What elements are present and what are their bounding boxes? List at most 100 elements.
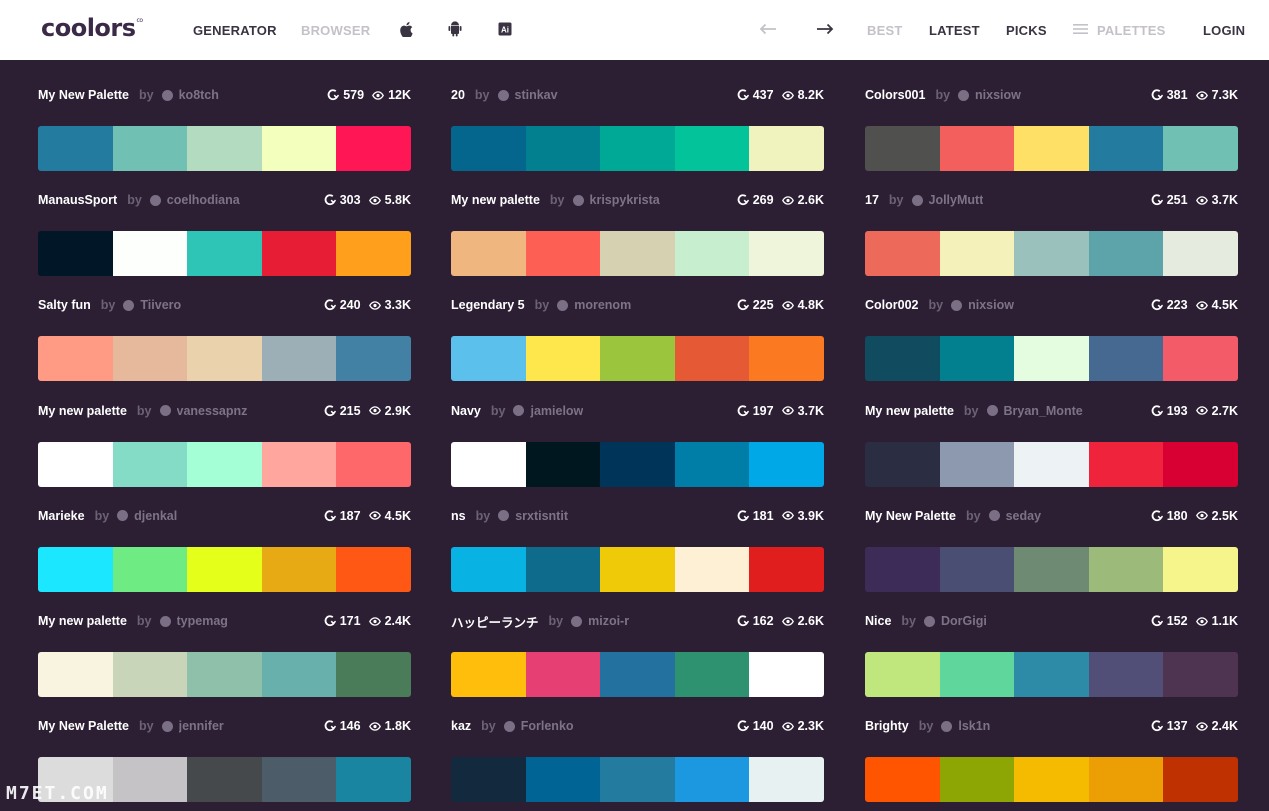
- author-name[interactable]: vanessapnz: [177, 404, 248, 418]
- palette-title[interactable]: Navy: [451, 404, 481, 418]
- palette-card[interactable]: kaz by Forlenko 140 2.3K: [451, 715, 824, 805]
- color-swatch[interactable]: [525, 336, 601, 382]
- author-name[interactable]: Tiivero: [140, 298, 181, 312]
- author-avatar[interactable]: [497, 89, 509, 101]
- palette-card[interactable]: My new palette by krispykrista 269 2.6K: [451, 189, 824, 279]
- color-swatch[interactable]: [749, 441, 824, 487]
- author-avatar[interactable]: [571, 615, 583, 627]
- color-swatch[interactable]: [1088, 231, 1164, 277]
- color-swatch[interactable]: [1163, 757, 1238, 803]
- palette-swatches[interactable]: [865, 652, 1238, 697]
- color-swatch[interactable]: [261, 652, 337, 697]
- color-swatch[interactable]: [1014, 126, 1089, 171]
- color-swatch[interactable]: [451, 441, 526, 487]
- color-swatch[interactable]: [865, 546, 940, 592]
- author-avatar[interactable]: [951, 299, 963, 311]
- color-swatch[interactable]: [451, 126, 526, 171]
- color-swatch[interactable]: [187, 231, 262, 277]
- palette-title[interactable]: My New Palette: [865, 509, 956, 523]
- author-avatar[interactable]: [958, 89, 970, 101]
- color-swatch[interactable]: [1163, 231, 1238, 277]
- author-name[interactable]: jamielow: [530, 404, 583, 418]
- palette-card[interactable]: My new palette by vanessapnz 215 2.9K: [38, 400, 411, 490]
- palette-swatches[interactable]: [38, 652, 411, 697]
- author-avatar[interactable]: [924, 615, 935, 627]
- author-name[interactable]: Forlenko: [521, 719, 574, 733]
- author-avatar[interactable]: [503, 720, 515, 732]
- author-name[interactable]: morenom: [574, 298, 631, 312]
- author-avatar[interactable]: [498, 510, 510, 522]
- color-swatch[interactable]: [749, 757, 824, 803]
- color-swatch[interactable]: [939, 652, 1015, 697]
- color-swatch[interactable]: [187, 336, 262, 382]
- author-avatar[interactable]: [161, 720, 173, 732]
- author-avatar[interactable]: [161, 89, 173, 101]
- author-avatar[interactable]: [572, 194, 584, 206]
- color-swatch[interactable]: [1163, 546, 1238, 592]
- color-swatch[interactable]: [38, 231, 113, 277]
- palette-swatches[interactable]: [451, 126, 824, 171]
- color-swatch[interactable]: [1014, 441, 1089, 487]
- palette-title[interactable]: Color002: [865, 298, 919, 312]
- palette-title[interactable]: kaz: [451, 719, 471, 733]
- color-swatch[interactable]: [865, 757, 940, 803]
- color-swatch[interactable]: [865, 126, 940, 171]
- author-name[interactable]: jennifer: [179, 719, 224, 733]
- author-avatar[interactable]: [988, 510, 1000, 522]
- palette-swatches[interactable]: [38, 126, 411, 171]
- color-swatch[interactable]: [749, 652, 824, 697]
- palette-swatches[interactable]: [865, 441, 1238, 487]
- color-swatch[interactable]: [1088, 126, 1164, 171]
- palette-card[interactable]: ハッピーランチ by mizoi-r 162 2.6K: [451, 610, 824, 700]
- color-swatch[interactable]: [187, 546, 262, 592]
- color-swatch[interactable]: [939, 441, 1015, 487]
- palette-swatches[interactable]: [38, 231, 411, 277]
- color-swatch[interactable]: [674, 757, 750, 803]
- author-avatar[interactable]: [149, 194, 161, 206]
- palette-swatches[interactable]: [451, 757, 824, 803]
- palette-swatches[interactable]: [865, 757, 1238, 803]
- color-swatch[interactable]: [865, 441, 940, 487]
- author-avatar[interactable]: [159, 405, 171, 417]
- color-swatch[interactable]: [600, 126, 675, 171]
- color-swatch[interactable]: [865, 231, 940, 277]
- author-name[interactable]: JollyMutt: [929, 193, 984, 207]
- author-name[interactable]: nixsiow: [975, 88, 1021, 102]
- color-swatch[interactable]: [939, 757, 1015, 803]
- color-swatch[interactable]: [525, 441, 601, 487]
- palette-card[interactable]: Colors001 by nixsiow 381 7.3K: [865, 84, 1238, 174]
- palette-card[interactable]: My new palette by Bryan_Monte 193 2.7K: [865, 400, 1238, 490]
- color-swatch[interactable]: [261, 757, 337, 803]
- color-swatch[interactable]: [336, 652, 411, 697]
- author-avatar[interactable]: [557, 299, 569, 311]
- palette-card[interactable]: Brighty by lsk1n 137 2.4K: [865, 715, 1238, 805]
- color-swatch[interactable]: [451, 231, 526, 277]
- color-swatch[interactable]: [261, 126, 337, 171]
- color-swatch[interactable]: [451, 546, 526, 592]
- color-swatch[interactable]: [1163, 441, 1238, 487]
- color-swatch[interactable]: [187, 652, 262, 697]
- palette-title[interactable]: ManausSport: [38, 193, 117, 207]
- color-swatch[interactable]: [749, 231, 824, 277]
- color-swatch[interactable]: [939, 126, 1015, 171]
- palette-swatches[interactable]: [451, 231, 824, 277]
- palette-card[interactable]: Legendary 5 by morenom 225 4.8K: [451, 294, 824, 384]
- color-swatch[interactable]: [261, 336, 337, 382]
- palette-title[interactable]: Colors001: [865, 88, 925, 102]
- color-swatch[interactable]: [187, 441, 262, 487]
- palette-card[interactable]: ManausSport by coelhodiana 303 5.8K: [38, 189, 411, 279]
- palette-card[interactable]: Color002 by nixsiow 223 4.5K: [865, 294, 1238, 384]
- palette-title[interactable]: Marieke: [38, 509, 85, 523]
- author-avatar[interactable]: [941, 720, 953, 732]
- color-swatch[interactable]: [525, 652, 601, 697]
- palette-card[interactable]: Salty fun by Tiivero 240 3.3K: [38, 294, 411, 384]
- coolors-logo[interactable]: coolorsco: [41, 14, 143, 42]
- illustrator-icon[interactable]: Ai: [497, 20, 513, 38]
- color-swatch[interactable]: [674, 231, 750, 277]
- author-name[interactable]: nixsiow: [968, 298, 1014, 312]
- android-icon[interactable]: [447, 20, 463, 38]
- palette-card[interactable]: ns by srxtisntit 181 3.9K: [451, 505, 824, 595]
- color-swatch[interactable]: [112, 336, 188, 382]
- color-swatch[interactable]: [1014, 336, 1089, 382]
- color-swatch[interactable]: [865, 652, 940, 697]
